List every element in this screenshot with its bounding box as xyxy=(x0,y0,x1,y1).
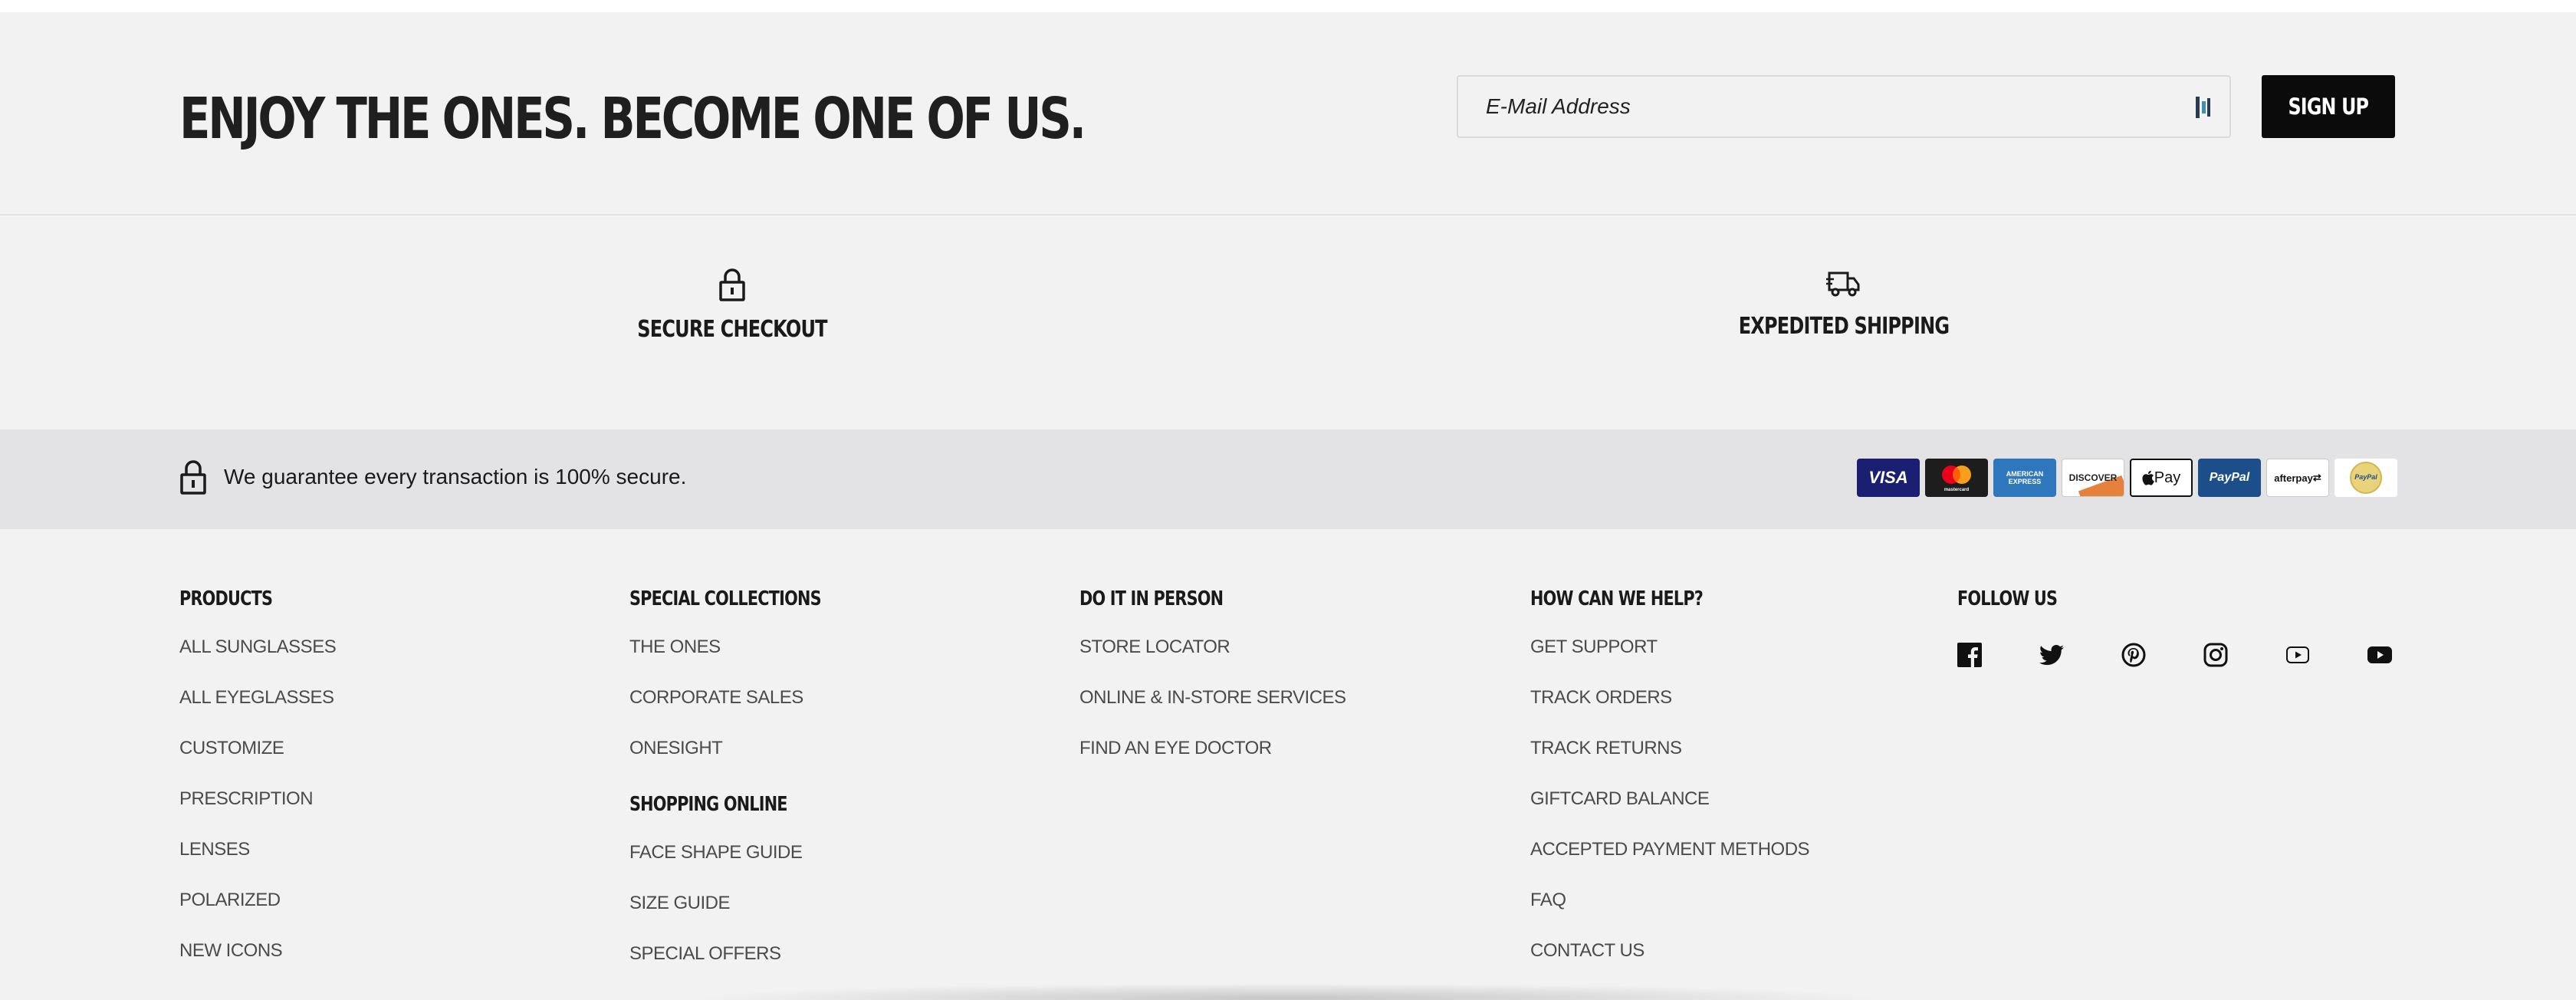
footer-column-help: HOW CAN WE HELP? GET SUPPORT TRACK ORDER… xyxy=(1530,587,1810,991)
twitter-icon[interactable] xyxy=(2039,637,2121,673)
footer-link-corporate-sales[interactable]: CORPORATE SALES xyxy=(629,687,803,708)
secure-guarantee-text: We guarantee every transaction is 100% s… xyxy=(224,465,687,488)
footer-link-store-locator[interactable]: STORE LOCATOR xyxy=(1079,637,1230,657)
mastercard-label: mastercard xyxy=(1944,488,1970,492)
feature-secure-checkout: SECURE CHECKOUT xyxy=(502,268,962,343)
visa-label: VISA xyxy=(1868,468,1908,487)
floating-shadow xyxy=(690,983,1886,1000)
footer-link-get-support[interactable]: GET SUPPORT xyxy=(1530,637,1658,657)
footer-heading-in-person: DO IT IN PERSON xyxy=(1079,587,1224,610)
newsletter-heading: ENJOY THE ONES. BECOME ONE OF US. xyxy=(179,86,1086,152)
apple-pay-label: Pay xyxy=(2154,469,2181,486)
amex-card-icon: AMERICAN EXPRESS xyxy=(1993,459,2056,497)
visa-card-icon: VISA xyxy=(1857,459,1920,497)
youtube-icon[interactable] xyxy=(2367,637,2450,673)
facebook-icon[interactable] xyxy=(1957,637,2039,673)
footer-link-size-guide[interactable]: SIZE GUIDE xyxy=(629,893,731,913)
lock-icon xyxy=(719,268,745,301)
footer-column-special-collections: SPECIAL COLLECTIONS THE ONES CORPORATE S… xyxy=(629,587,869,994)
footer-heading-shopping-online: SHOPPING ONLINE xyxy=(629,793,788,816)
footer-heading-special-collections: SPECIAL COLLECTIONS xyxy=(629,587,822,610)
footer-link-lenses[interactable]: LENSES xyxy=(179,839,250,860)
footer-link-polarized[interactable]: POLARIZED xyxy=(179,890,281,910)
email-field-wrapper xyxy=(1457,75,2231,138)
footer-link-track-returns[interactable]: TRACK RETURNS xyxy=(1530,738,1682,758)
footer-link-contact-us[interactable]: CONTACT US xyxy=(1530,940,1644,961)
footer-link-faq[interactable]: FAQ xyxy=(1530,890,1566,910)
footer-heading-help: HOW CAN WE HELP? xyxy=(1530,587,1704,610)
youtube-outline-icon[interactable] xyxy=(2285,637,2367,673)
email-field[interactable] xyxy=(1458,77,2229,137)
secure-transaction-band: We guarantee every transaction is 100% s… xyxy=(0,429,2576,529)
paypal-icon: PayPal xyxy=(2198,459,2261,497)
paypal-credit-icon: PayPal xyxy=(2334,459,2397,497)
newsletter-section: ENJOY THE ONES. BECOME ONE OF US. SIGN U… xyxy=(0,12,2576,215)
footer-link-new-icons[interactable]: NEW ICONS xyxy=(179,940,283,961)
footer-link-the-ones[interactable]: THE ONES xyxy=(629,637,721,657)
apple-logo-icon xyxy=(2142,470,2154,485)
afterpay-label: afterpay xyxy=(2274,472,2313,484)
footer-link-accepted-payment-methods[interactable]: ACCEPTED PAYMENT METHODS xyxy=(1530,839,1810,860)
footer-column-products: PRODUCTS ALL SUNGLASSES ALL EYEGLASSES C… xyxy=(179,587,337,991)
discover-label: DISCOVER xyxy=(2068,472,2118,483)
payment-methods: VISA mastercard AMERICAN EXPRESS DISCOVE… xyxy=(1857,459,2397,497)
top-strip xyxy=(0,0,2576,12)
apple-pay-icon: Pay xyxy=(2130,459,2193,497)
footer-link-all-sunglasses[interactable]: ALL SUNGLASSES xyxy=(179,637,337,657)
truck-icon xyxy=(1826,271,1860,297)
footer-link-giftcard-balance[interactable]: GIFTCARD BALANCE xyxy=(1530,788,1710,809)
footer-heading-products: PRODUCTS xyxy=(179,587,273,610)
footer-link-find-eye-doctor[interactable]: FIND AN EYE DOCTOR xyxy=(1079,738,1272,758)
signup-button[interactable]: SIGN UP xyxy=(2262,75,2395,138)
footer-link-track-orders[interactable]: TRACK ORDERS xyxy=(1530,687,1672,708)
footer-link-online-in-store-services[interactable]: ONLINE & IN-STORE SERVICES xyxy=(1079,687,1346,708)
footer-link-prescription[interactable]: PRESCRIPTION xyxy=(179,788,314,809)
footer-link-special-offers[interactable]: SPECIAL OFFERS xyxy=(629,943,781,964)
afterpay-icon: afterpay ⇄ xyxy=(2266,459,2329,497)
footer-column-follow: FOLLOW US xyxy=(1957,587,2450,673)
social-icons xyxy=(1957,637,2450,673)
pinterest-icon[interactable] xyxy=(2121,637,2203,673)
footer-link-all-eyeglasses[interactable]: ALL EYEGLASSES xyxy=(179,687,334,708)
footer-heading-follow: FOLLOW US xyxy=(1957,587,2058,610)
instagram-icon[interactable] xyxy=(2203,637,2285,673)
feature-label-expedited-shipping: EXPEDITED SHIPPING xyxy=(1738,313,1950,340)
feature-expedited-shipping: EXPEDITED SHIPPING xyxy=(1614,268,2074,340)
footer-column-in-person: DO IT IN PERSON STORE LOCATOR ONLINE & I… xyxy=(1079,587,1346,788)
amex-label: AMERICAN EXPRESS xyxy=(2006,470,2044,485)
paypal-label: PayPal xyxy=(2209,471,2250,484)
discover-card-icon: DISCOVER xyxy=(2062,459,2124,497)
mastercard-circles: mastercard xyxy=(1942,465,1971,492)
mastercard-icon: mastercard xyxy=(1925,459,1988,497)
footer-link-onesight[interactable]: ONESIGHT xyxy=(629,738,723,758)
signup-button-label: SIGN UP xyxy=(2288,94,2369,120)
feature-label-secure-checkout: SECURE CHECKOUT xyxy=(637,316,827,343)
lock-icon xyxy=(180,460,206,495)
footer-link-customize[interactable]: CUSTOMIZE xyxy=(179,738,284,758)
autofill-icon[interactable] xyxy=(2194,95,2213,120)
paypal-credit-label: PayPal xyxy=(2354,473,2377,481)
paypal-credit-badge: PayPal xyxy=(2350,462,2382,494)
footer-link-face-shape-guide[interactable]: FACE SHAPE GUIDE xyxy=(629,842,803,863)
